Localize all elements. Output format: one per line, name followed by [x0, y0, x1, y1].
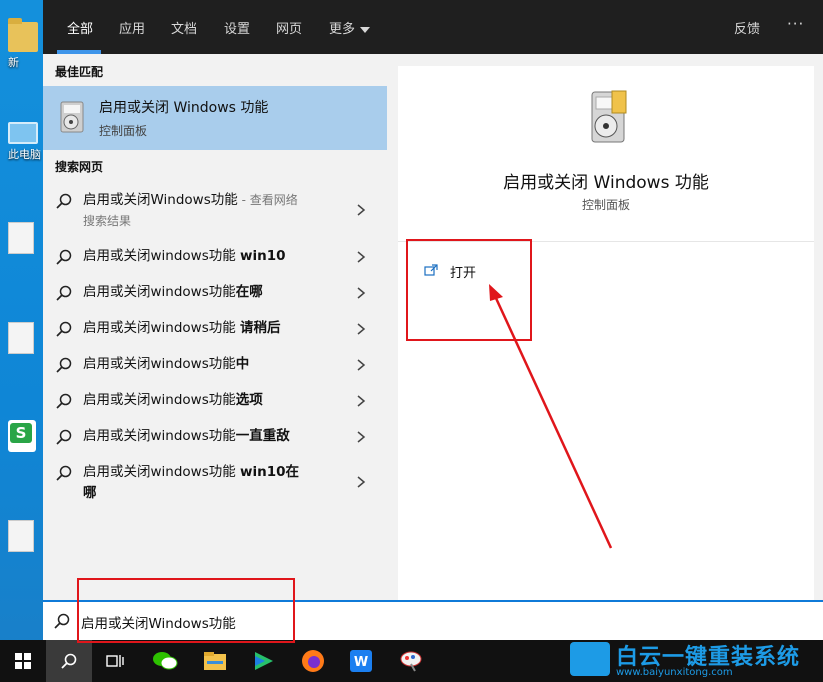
desktop-folder-icon[interactable]: 新 — [8, 22, 42, 70]
chevron-right-icon — [355, 287, 367, 299]
web-result-row[interactable]: 启用或关闭windows功能选项 — [43, 390, 387, 412]
result-detail-pane: 启用或关闭 Windows 功能 控制面板 打开 — [398, 66, 814, 600]
search-icon — [55, 392, 73, 410]
web-result-bold: win10 — [240, 248, 286, 264]
web-result-row[interactable]: 启用或关闭Windows功能 - 查看网络搜索结果 — [43, 190, 387, 230]
more-options-icon[interactable]: ··· — [787, 15, 804, 33]
web-result-row[interactable]: 启用或关闭windows功能 win10 — [43, 246, 387, 268]
web-result-suffix: - 查看网络 — [238, 193, 298, 207]
web-result-row[interactable]: 启用或关闭windows功能 win10在哪 — [43, 462, 387, 506]
web-result-text: 启用或关闭Windows功能 — [83, 192, 238, 208]
web-result-text: 启用或关闭windows功能 — [83, 320, 240, 336]
chevron-down-icon — [360, 27, 370, 33]
web-result-line2: 搜索结果 — [83, 214, 131, 228]
chevron-right-icon — [355, 395, 367, 407]
desktop-icon-label: 此电脑 — [8, 146, 42, 162]
search-filter-bar: 全部 应用 文档 设置 网页 更多 反馈 ··· — [43, 0, 823, 54]
chevron-right-icon — [355, 476, 367, 488]
wechat-icon[interactable] — [142, 640, 188, 682]
web-result-text: 启用或关闭windows功能 — [83, 356, 236, 372]
tab-more-label: 更多 — [329, 22, 355, 37]
divider — [398, 241, 814, 242]
start-search-panel: 全部 应用 文档 设置 网页 更多 反馈 ··· 最佳匹配 启用或关闭 Wind… — [43, 0, 823, 640]
chevron-right-icon — [355, 431, 367, 443]
tab-documents[interactable]: 文档 — [171, 18, 197, 37]
file-explorer-icon[interactable] — [192, 640, 238, 682]
desktop-document-icon[interactable] — [8, 322, 42, 354]
this-pc-icon[interactable]: 此电脑 — [8, 122, 42, 162]
web-result-row[interactable]: 启用或关闭windows功能 请稍后 — [43, 318, 387, 340]
web-result-row[interactable]: 启用或关闭windows功能一直重敌 — [43, 426, 387, 448]
watermark-logo: 白云一键重装系统 www.baiyunxitong.com — [566, 638, 823, 682]
search-icon[interactable] — [46, 640, 92, 682]
task-view-icon[interactable] — [92, 640, 138, 682]
web-result-bold: 请稍后 — [240, 320, 281, 336]
desktop-document-icon[interactable] — [8, 520, 42, 552]
firefox-icon[interactable] — [290, 640, 336, 682]
search-icon — [55, 464, 73, 482]
search-icon — [53, 612, 71, 630]
video-player-icon[interactable] — [240, 640, 286, 682]
best-match-result[interactable]: 启用或关闭 Windows 功能 控制面板 — [43, 86, 387, 150]
detail-title: 启用或关闭 Windows 功能 — [398, 168, 814, 193]
search-icon — [55, 284, 73, 302]
best-match-title: 启用或关闭 Windows 功能 — [99, 97, 268, 117]
search-input[interactable] — [81, 610, 681, 634]
tab-apps[interactable]: 应用 — [119, 18, 145, 37]
search-icon — [55, 428, 73, 446]
windows-features-icon — [57, 100, 87, 134]
search-icon — [55, 356, 73, 374]
tab-all[interactable]: 全部 — [67, 18, 93, 37]
open-icon — [424, 264, 438, 276]
web-result-text: 启用或关闭windows功能 — [83, 248, 240, 264]
search-icon — [55, 192, 73, 210]
web-search-heading: 搜索网页 — [55, 158, 103, 175]
chevron-right-icon — [355, 251, 367, 263]
web-result-text: 启用或关闭windows功能 — [83, 392, 236, 408]
web-result-bold: win10在 — [240, 464, 299, 480]
web-result-bold: 一直重敌 — [236, 428, 290, 444]
search-icon — [55, 320, 73, 338]
best-match-heading: 最佳匹配 — [55, 63, 103, 80]
web-result-text: 启用或关闭windows功能 — [83, 284, 236, 300]
web-result-bold: 在哪 — [236, 284, 263, 300]
svg-text:W: W — [354, 655, 368, 670]
bird-logo-icon — [570, 642, 610, 676]
web-result-row[interactable]: 启用或关闭windows功能中 — [43, 354, 387, 376]
windows-features-icon — [582, 88, 632, 148]
desktop-document-icon[interactable] — [8, 222, 42, 254]
tab-web[interactable]: 网页 — [276, 18, 302, 37]
web-result-text: 启用或关闭windows功能 — [83, 464, 240, 480]
paint-icon[interactable] — [388, 640, 434, 682]
watermark-url: www.baiyunxitong.com — [616, 667, 733, 678]
chevron-right-icon — [355, 323, 367, 335]
spreadsheet-app-icon[interactable]: S — [8, 420, 42, 452]
chevron-right-icon — [355, 204, 367, 216]
detail-subtitle: 控制面板 — [398, 196, 814, 213]
web-result-bold: 选项 — [236, 392, 263, 408]
wps-icon[interactable]: W — [338, 640, 384, 682]
search-box — [43, 600, 823, 640]
open-button[interactable]: 打开 — [450, 262, 476, 281]
best-match-subtitle: 控制面板 — [99, 122, 147, 139]
web-result-row[interactable]: 启用或关闭windows功能在哪 — [43, 282, 387, 304]
results-list: 最佳匹配 启用或关闭 Windows 功能 控制面板 搜索网页 启用或关闭Win… — [43, 54, 387, 600]
feedback-button[interactable]: 反馈 — [734, 18, 760, 37]
web-result-bold: 中 — [236, 356, 250, 372]
desktop-icon-label: 新 — [8, 54, 42, 70]
web-result-line2: 哪 — [83, 485, 97, 501]
tab-settings[interactable]: 设置 — [224, 18, 250, 37]
windows-logo-icon[interactable] — [0, 640, 46, 682]
search-icon — [55, 248, 73, 266]
chevron-right-icon — [355, 359, 367, 371]
web-result-text: 启用或关闭windows功能 — [83, 428, 236, 444]
tab-more[interactable]: 更多 — [329, 18, 370, 37]
